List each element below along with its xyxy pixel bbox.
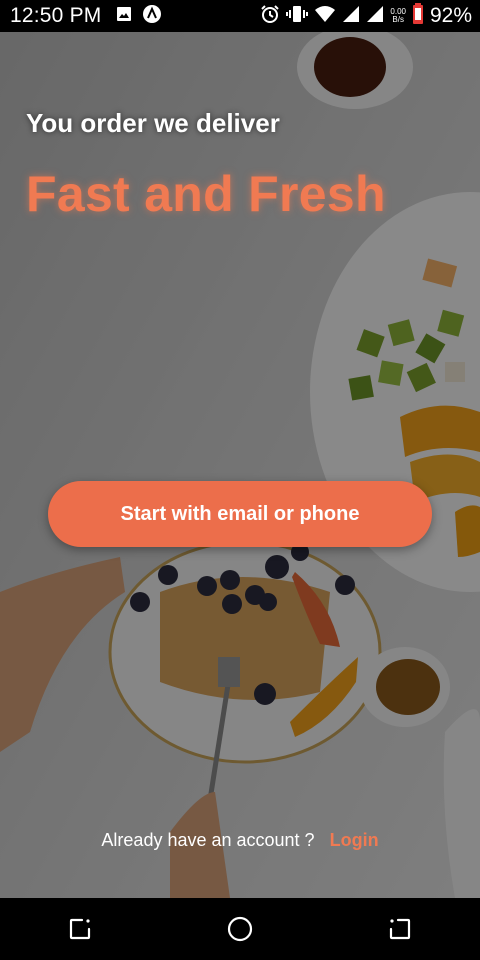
status-time: 12:50 PM xyxy=(10,4,102,27)
dark-overlay xyxy=(0,32,480,898)
battery-icon xyxy=(412,2,424,30)
headline: Fast and Fresh xyxy=(26,166,386,222)
signal-icon xyxy=(366,5,384,28)
home-icon[interactable] xyxy=(220,909,260,949)
wifi-icon xyxy=(314,5,336,28)
navigation-bar xyxy=(0,898,480,960)
tagline: You order we deliver xyxy=(26,108,280,138)
onboarding-screen: You order we deliver Fast and Fresh Star… xyxy=(0,32,480,898)
signal-icon xyxy=(342,5,360,28)
recent-apps-icon[interactable] xyxy=(60,909,100,949)
status-bar: 12:50 PM 0.00 B/s 92% xyxy=(0,0,480,32)
login-link[interactable]: Login xyxy=(330,830,379,850)
alarm-icon xyxy=(260,4,280,29)
vibrate-icon xyxy=(286,5,309,28)
battery-percent: 92% xyxy=(429,4,472,27)
login-prompt: Already have an account ? xyxy=(101,830,315,850)
login-row: Already have an account ? Login xyxy=(0,830,480,851)
speed-unit: B/s xyxy=(392,15,404,24)
app-notification-icon xyxy=(142,4,162,29)
network-speed: 0.00 B/s xyxy=(390,8,406,24)
start-with-email-or-phone-button[interactable]: Start with email or phone xyxy=(48,481,432,547)
back-icon[interactable] xyxy=(380,909,420,949)
image-icon xyxy=(116,6,132,27)
